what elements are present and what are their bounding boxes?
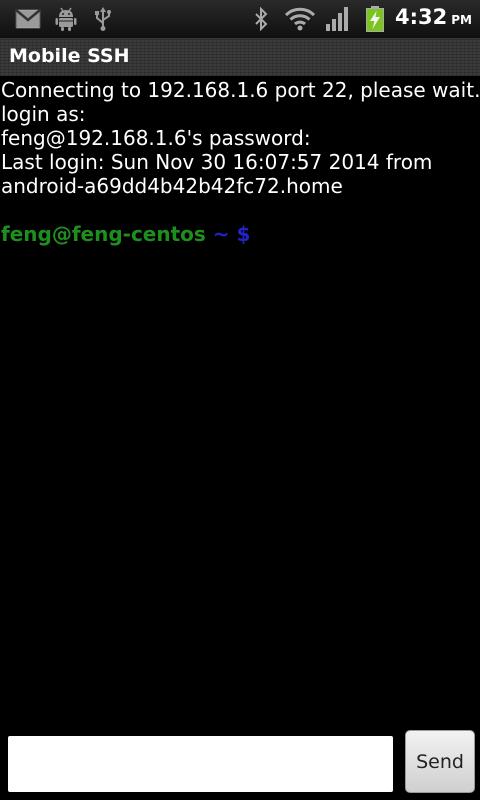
status-ampm: PM	[451, 13, 472, 27]
terminal-output[interactable]: Connecting to 192.168.1.6 port 22, pleas…	[0, 78, 480, 718]
battery-charging-icon	[364, 6, 386, 32]
bluetooth-icon	[252, 6, 270, 32]
wifi-icon	[284, 6, 316, 32]
android-debug-icon[interactable]	[54, 6, 78, 32]
gmail-icon[interactable]	[14, 6, 42, 32]
app-title-bar: Mobile SSH	[0, 38, 480, 76]
terminal-line: android-a69dd4b42b42fc72.home	[1, 174, 343, 198]
terminal-prompt: feng@feng-centos ~ $	[0, 222, 480, 246]
send-button[interactable]: Send	[405, 730, 475, 793]
prompt-user-host: feng@feng-centos	[1, 222, 206, 246]
terminal-line: login as:	[1, 102, 86, 126]
command-input[interactable]	[8, 736, 393, 792]
status-clock: 4:32 PM	[395, 5, 472, 33]
terminal-line: Connecting to 192.168.1.6 port 22, pleas…	[1, 78, 480, 102]
status-bar: 4:32 PM	[0, 0, 480, 38]
signal-icon	[324, 6, 352, 32]
status-time: 4:32	[395, 5, 448, 29]
terminal-line: feng@192.168.1.6's password:	[1, 126, 311, 150]
usb-icon[interactable]	[92, 6, 114, 32]
terminal-line: Last login: Sun Nov 30 16:07:57 2014 fro…	[1, 150, 433, 174]
prompt-path-symbol: ~ $	[205, 222, 251, 246]
app-title: Mobile SSH	[9, 45, 130, 67]
